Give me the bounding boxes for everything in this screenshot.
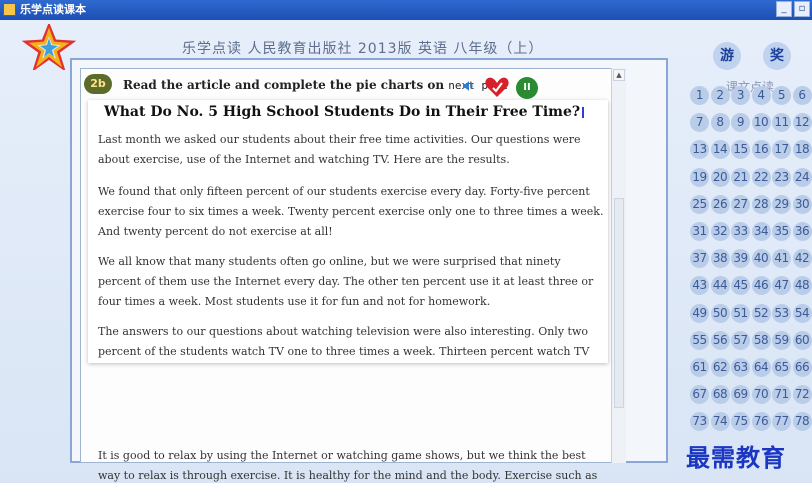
lesson-button-29[interactable]: 29 — [772, 194, 791, 214]
lesson-button-36[interactable]: 36 — [792, 222, 812, 241]
pause-button[interactable]: II — [516, 77, 538, 99]
article-paragraph[interactable]: It is good to relax by using the Interne… — [98, 446, 604, 483]
article-title[interactable]: What Do No. 5 High School Students Do in… — [104, 104, 586, 120]
game-button[interactable]: 游 — [713, 42, 741, 70]
lesson-button-14[interactable]: 14 — [710, 140, 730, 160]
lesson-button-58[interactable]: 58 — [751, 330, 771, 350]
lesson-button-42[interactable]: 42 — [792, 249, 812, 269]
lesson-button-32[interactable]: 32 — [710, 222, 730, 241]
lesson-button-22[interactable]: 22 — [751, 167, 771, 187]
reward-button[interactable]: 奖 — [763, 42, 791, 70]
scroll-thumb[interactable] — [614, 198, 624, 408]
lesson-button-68[interactable]: 68 — [710, 385, 730, 405]
minimize-button[interactable]: _ — [776, 1, 792, 17]
lesson-button-49[interactable]: 49 — [690, 303, 709, 323]
lesson-button-44[interactable]: 44 — [710, 276, 730, 296]
logo-star-icon — [22, 24, 76, 70]
lesson-button-64[interactable]: 64 — [751, 358, 771, 377]
exercise-number-badge: 2b — [84, 74, 112, 94]
lesson-button-18[interactable]: 18 — [792, 140, 812, 160]
lesson-button-38[interactable]: 38 — [710, 249, 730, 269]
lesson-button-57[interactable]: 57 — [731, 330, 750, 350]
lesson-button-59[interactable]: 59 — [772, 330, 791, 350]
lesson-button-12[interactable]: 12 — [792, 113, 812, 133]
heart-icon[interactable] — [484, 75, 510, 99]
window-title-bar: 乐学点读课本 _ ▫ — [0, 0, 812, 20]
lesson-button-70[interactable]: 70 — [751, 385, 771, 405]
article-paragraph[interactable]: We all know that many students often go … — [98, 252, 604, 312]
lesson-button-21[interactable]: 21 — [731, 167, 750, 187]
lesson-button-30[interactable]: 30 — [792, 194, 812, 214]
article-paragraph[interactable]: The answers to our questions about watch… — [98, 322, 604, 363]
lesson-button-8[interactable]: 8 — [710, 113, 730, 133]
lesson-button-4[interactable]: 4 — [751, 86, 771, 105]
lesson-button-55[interactable]: 55 — [690, 330, 709, 350]
lesson-button-24[interactable]: 24 — [792, 167, 812, 187]
article-paragraph[interactable]: We found that only fifteen percent of ou… — [98, 182, 604, 242]
lesson-button-48[interactable]: 48 — [792, 276, 812, 296]
lesson-button-5[interactable]: 5 — [772, 86, 791, 105]
lesson-button-63[interactable]: 63 — [731, 358, 750, 377]
lesson-button-54[interactable]: 54 — [792, 303, 812, 323]
article-paragraph[interactable]: Last month we asked our students about t… — [98, 130, 604, 170]
lesson-button-33[interactable]: 33 — [731, 222, 750, 241]
lesson-button-27[interactable]: 27 — [731, 194, 750, 214]
lesson-button-60[interactable]: 60 — [792, 330, 812, 350]
app-icon — [3, 3, 16, 16]
lesson-button-62[interactable]: 62 — [710, 358, 730, 377]
lesson-button-2[interactable]: 2 — [710, 86, 730, 105]
lesson-button-56[interactable]: 56 — [710, 330, 730, 350]
speaker-icon[interactable] — [462, 80, 474, 92]
lesson-button-31[interactable]: 31 — [690, 222, 709, 241]
lesson-button-23[interactable]: 23 — [772, 167, 791, 187]
lesson-button-72[interactable]: 72 — [792, 385, 812, 405]
window-title: 乐学点读课本 — [20, 3, 86, 16]
lesson-button-26[interactable]: 26 — [710, 194, 730, 214]
lesson-button-66[interactable]: 66 — [792, 358, 812, 377]
lesson-button-1[interactable]: 1 — [690, 86, 709, 105]
lesson-button-19[interactable]: 19 — [690, 167, 709, 187]
exercise-instruction[interactable]: Read the article and complete the pie ch… — [123, 78, 508, 92]
lesson-button-3[interactable]: 3 — [731, 86, 750, 105]
lesson-button-51[interactable]: 51 — [731, 303, 750, 323]
lesson-button-10[interactable]: 10 — [751, 113, 771, 133]
lesson-button-6[interactable]: 6 — [792, 86, 812, 105]
lesson-button-46[interactable]: 46 — [751, 276, 771, 296]
lesson-button-20[interactable]: 20 — [710, 167, 730, 187]
book-title: 乐学点读 人民教育出版社 2013版 英语 八年级（上） — [182, 41, 544, 57]
lesson-button-25[interactable]: 25 — [690, 194, 709, 214]
lesson-button-16[interactable]: 16 — [751, 140, 771, 160]
vertical-scrollbar[interactable]: ▲ — [611, 68, 626, 463]
lesson-button-34[interactable]: 34 — [751, 222, 771, 241]
lesson-button-76[interactable]: 76 — [751, 412, 771, 432]
article-card: What Do No. 5 High School Students Do in… — [88, 100, 608, 363]
lesson-button-61[interactable]: 61 — [690, 358, 709, 377]
lesson-button-53[interactable]: 53 — [772, 303, 791, 323]
lesson-button-40[interactable]: 40 — [751, 249, 771, 269]
scroll-up-arrow-icon[interactable]: ▲ — [613, 69, 625, 81]
lesson-button-35[interactable]: 35 — [772, 222, 791, 241]
lesson-button-74[interactable]: 74 — [710, 412, 730, 432]
watermark-text: 最需教育 — [686, 444, 786, 472]
restore-button[interactable]: ▫ — [794, 1, 810, 17]
lesson-button-65[interactable]: 65 — [772, 358, 791, 377]
lesson-button-52[interactable]: 52 — [751, 303, 771, 323]
lesson-button-78[interactable]: 78 — [792, 412, 812, 432]
lesson-button-50[interactable]: 50 — [710, 303, 730, 323]
lesson-button-28[interactable]: 28 — [751, 194, 771, 214]
